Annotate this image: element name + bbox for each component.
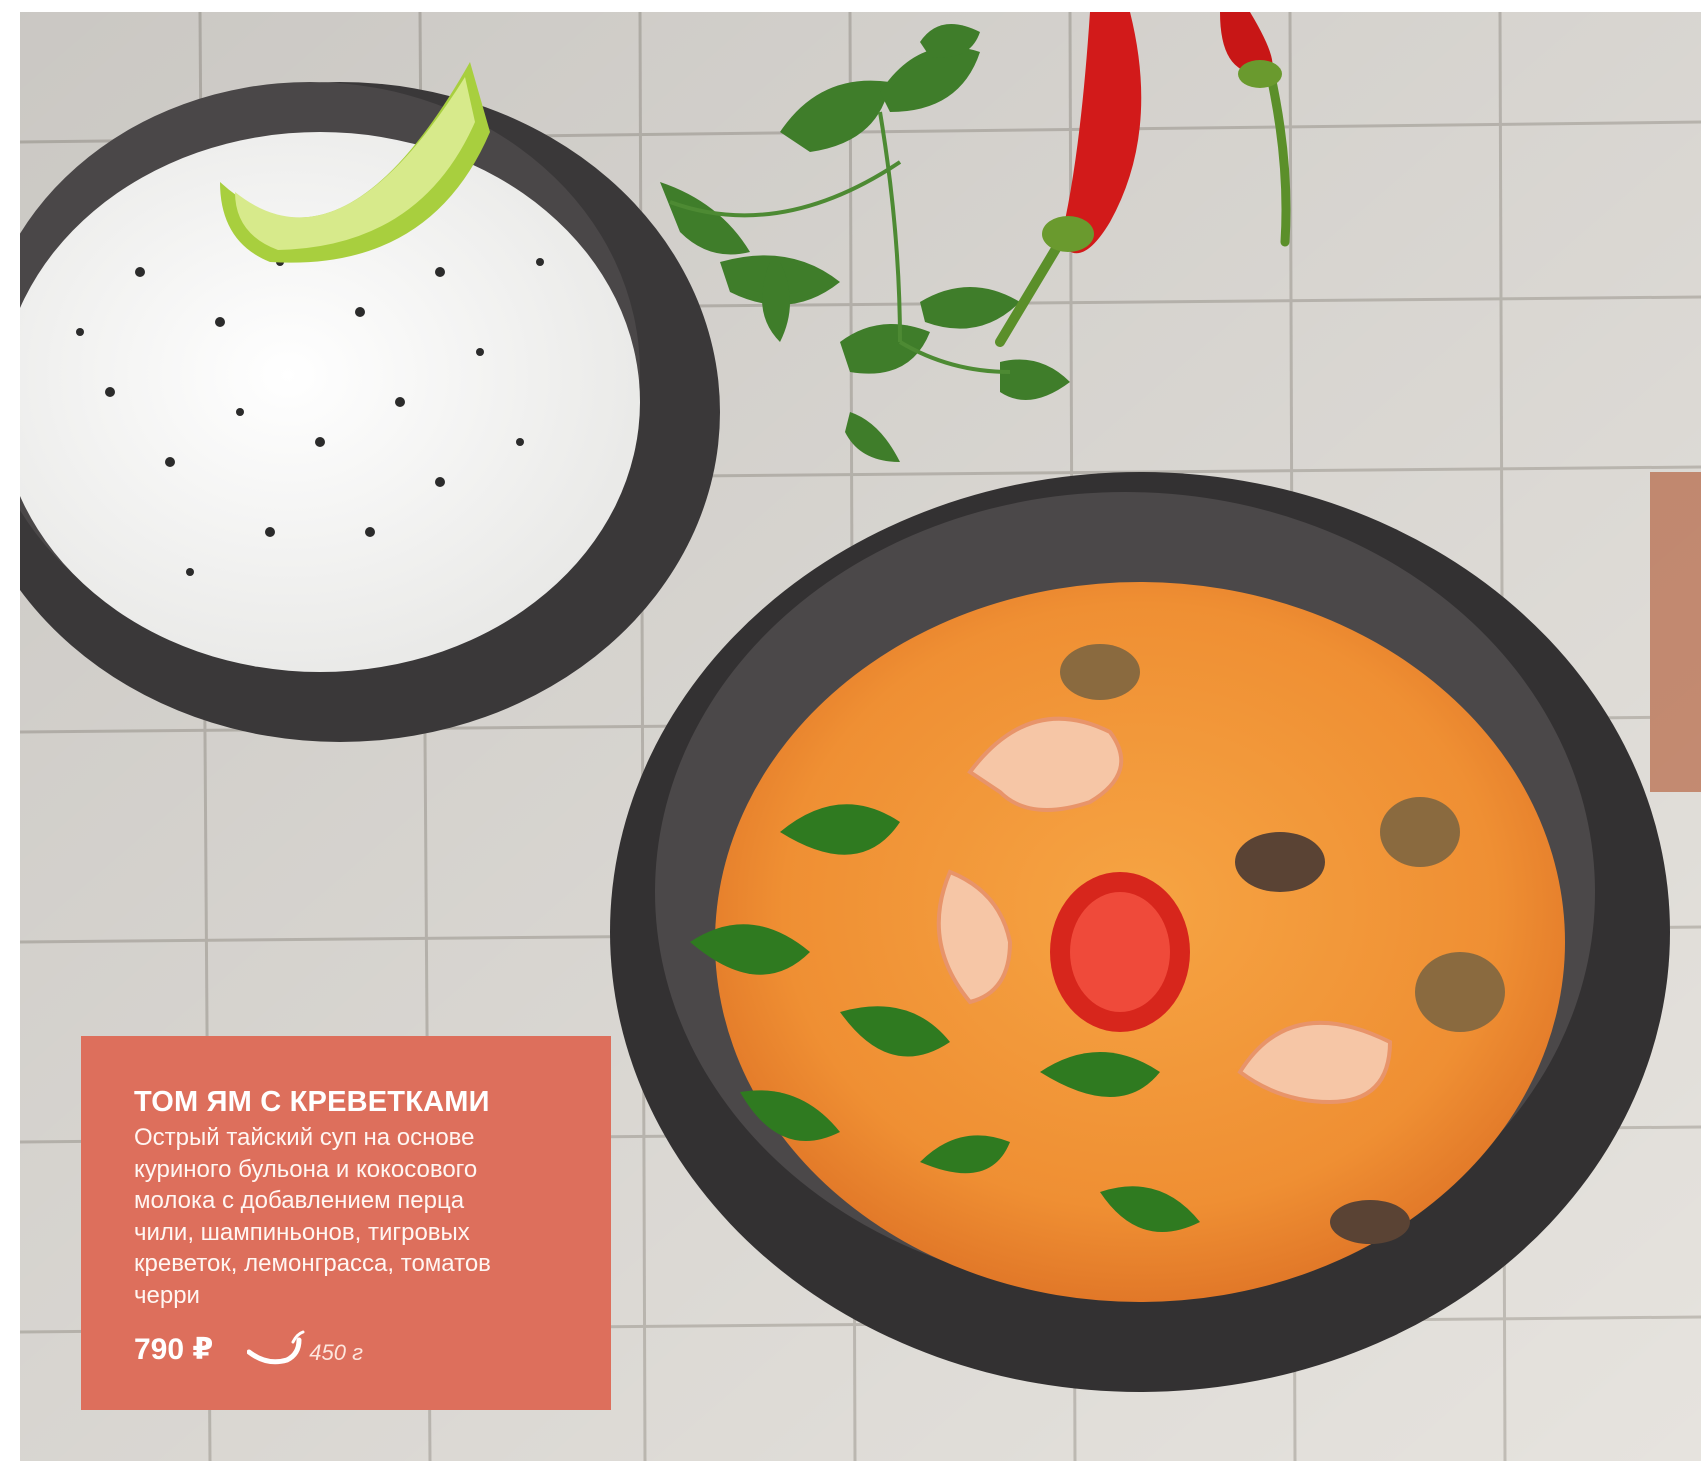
product-card[interactable]: ТОМ ЯМ С КРЕВЕТКАМИ Острый тайский суп н… xyxy=(81,1036,611,1410)
product-title: ТОМ ЯМ С КРЕВЕТКАМИ xyxy=(134,1086,490,1118)
chili-pepper-icon xyxy=(246,1330,305,1370)
product-price: 790 ₽ xyxy=(134,1332,214,1366)
tom-yam-bowl xyxy=(610,472,1670,1392)
product-weight: 450 г xyxy=(309,1339,363,1365)
product-description: Острый тайский суп на основе куриного бу… xyxy=(134,1124,491,1309)
product-meta: 790 ₽ 450 г xyxy=(134,1330,571,1370)
